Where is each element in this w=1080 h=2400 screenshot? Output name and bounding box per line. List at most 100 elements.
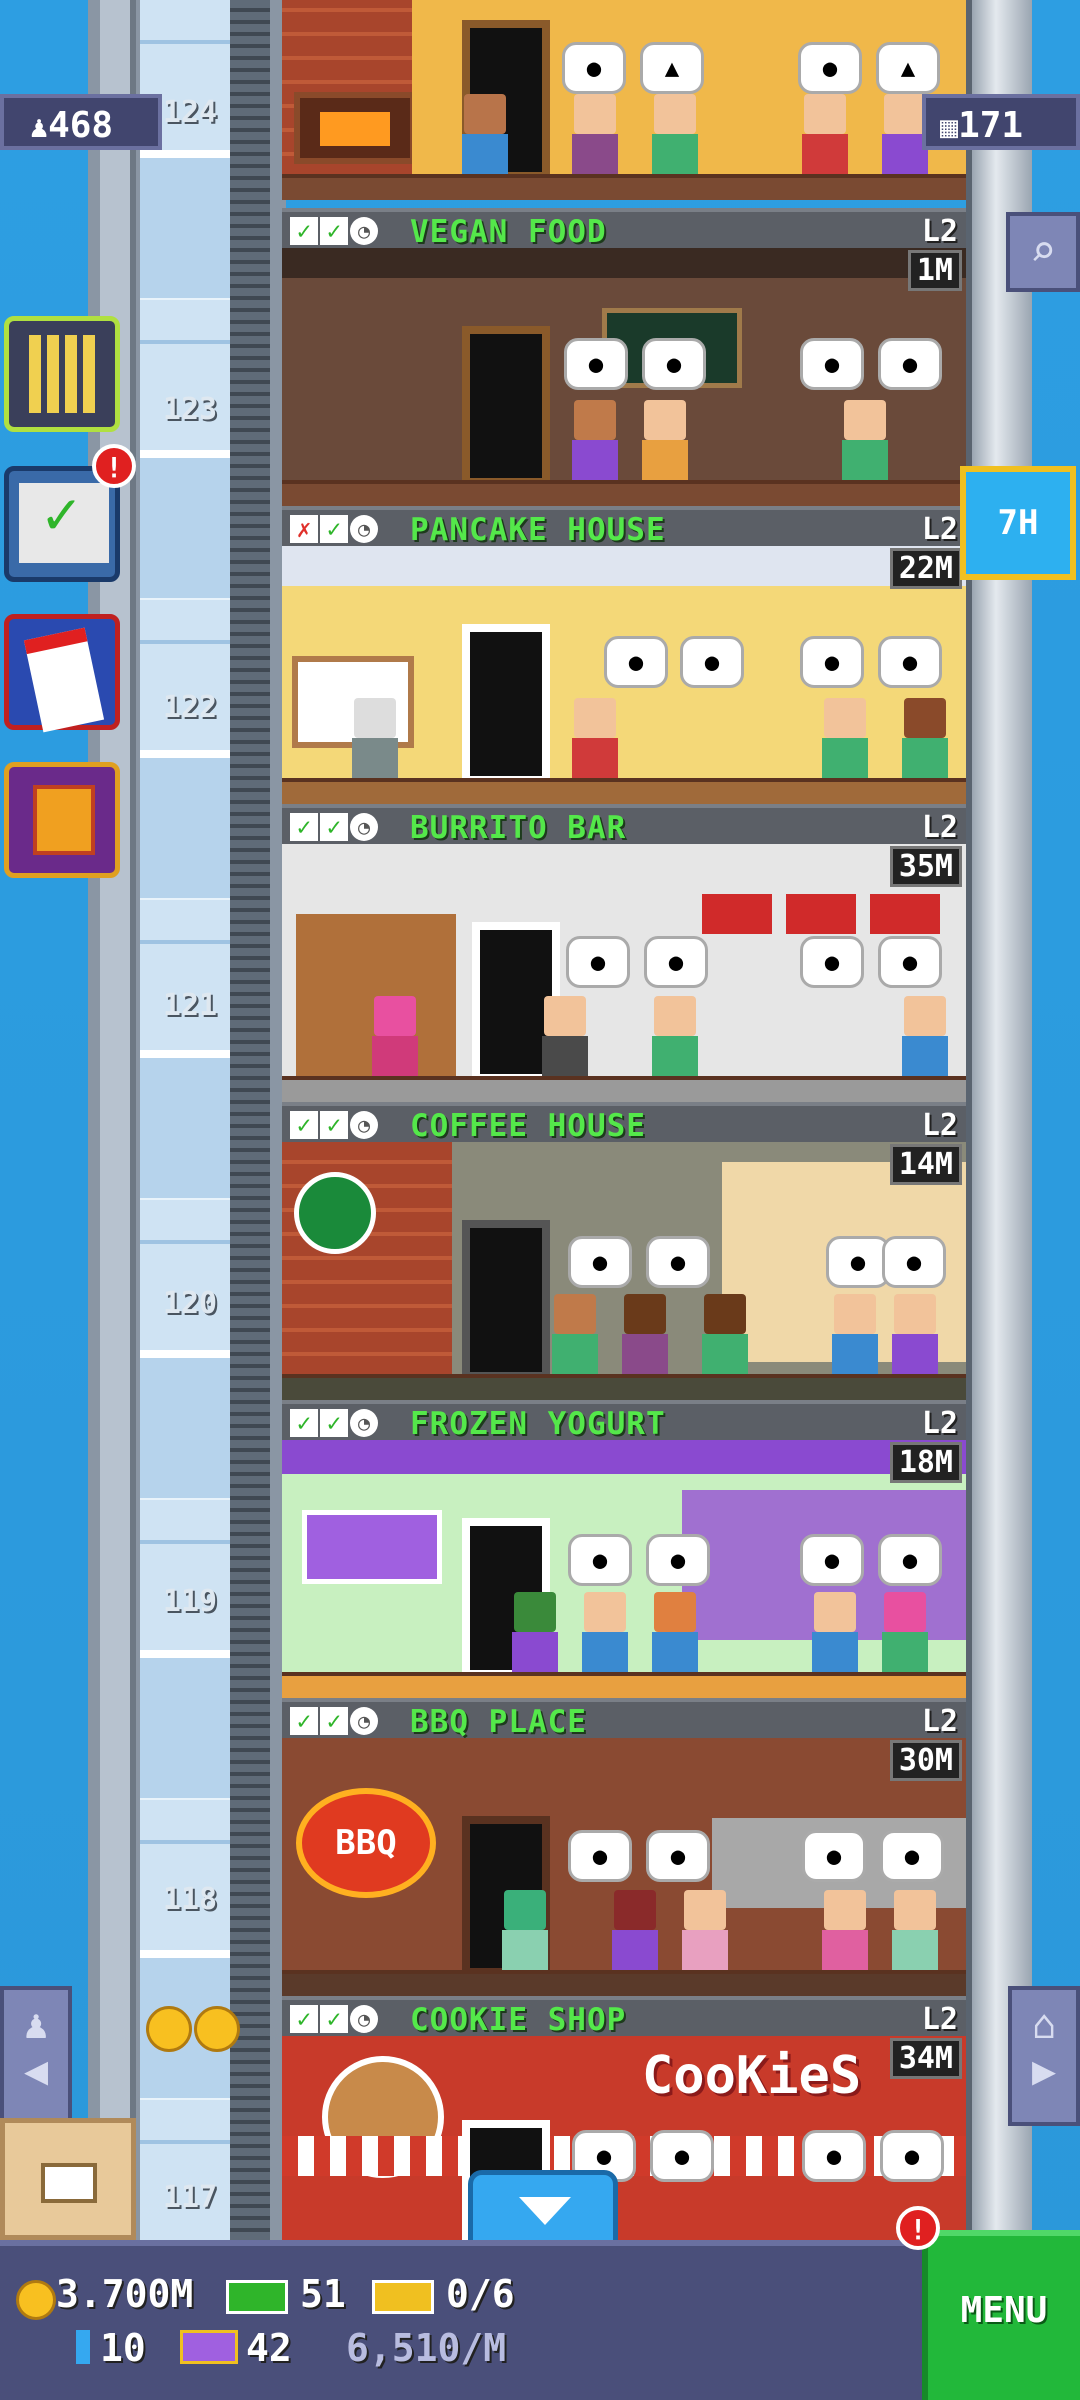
- doorway: [462, 326, 550, 486]
- floor-124[interactable]: ● ▲ ● ▲: [282, 0, 966, 200]
- floor-name: PANCAKE HOUSE: [410, 512, 666, 548]
- visitor[interactable]: [572, 698, 618, 782]
- floor-vegan-food[interactable]: ✓ ✓ ◔ VEGAN FOOD L2 ● ● ● ● 1M: [282, 208, 966, 506]
- floor-level: L2: [921, 1108, 958, 1143]
- visitor[interactable]: [822, 1890, 868, 1974]
- bbq-bubble: ●: [568, 1830, 632, 1882]
- timer-button[interactable]: 7H: [960, 466, 1076, 580]
- gift-icon: [33, 785, 95, 855]
- visitor[interactable]: [842, 400, 888, 484]
- floors-value: 171: [958, 105, 1024, 146]
- visitor[interactable]: [682, 1890, 728, 1974]
- calendar-icon: [23, 627, 105, 733]
- stock-count: 35M: [889, 846, 962, 887]
- coffee-bubble: ●: [882, 1236, 946, 1288]
- yogurt-bubble: ●: [800, 1534, 864, 1586]
- visitor[interactable]: [902, 698, 948, 782]
- visitor[interactable]: [802, 94, 848, 178]
- building-icon: ▦: [940, 110, 959, 145]
- visitor[interactable]: [372, 996, 418, 1080]
- population-value: 468: [48, 105, 114, 146]
- coffee-bubble: ●: [826, 1236, 890, 1288]
- visitor[interactable]: [702, 1294, 748, 1378]
- pancake-bubble: ●: [680, 636, 744, 688]
- floor-ground: [282, 778, 966, 804]
- visitor[interactable]: [542, 996, 588, 1080]
- stock-count: 18M: [889, 1442, 962, 1483]
- menu-button[interactable]: MENU: [922, 2230, 1080, 2400]
- burrito-bubble: ●: [800, 936, 864, 988]
- stock-count: 22M: [889, 548, 962, 589]
- floor-ground: [282, 1076, 966, 1102]
- population-counter[interactable]: ♟468: [0, 94, 162, 150]
- floors-counter[interactable]: ▦171: [922, 94, 1080, 150]
- elevator-count: 10: [100, 2326, 146, 2370]
- vip-value: 42: [246, 2326, 292, 2370]
- floor-level: L2: [921, 214, 958, 249]
- floor-header: ✓ ✓ ◔ BURRITO BAR L2: [282, 804, 966, 846]
- visitor[interactable]: [572, 94, 618, 178]
- floor-name: COFFEE HOUSE: [410, 1108, 646, 1144]
- visitor[interactable]: [352, 698, 398, 782]
- visitor[interactable]: [652, 1592, 698, 1676]
- calendar-button[interactable]: [4, 614, 120, 733]
- visitor[interactable]: [512, 1592, 558, 1676]
- floor-header: ✓ ✓ ◔ COOKIE SHOP L2: [282, 1996, 966, 2038]
- checklist-icon: ✓: [19, 479, 109, 563]
- income-rate: 6,510/M: [346, 2326, 507, 2370]
- pizza-bubble: ▲: [640, 42, 704, 94]
- visitor[interactable]: [812, 1592, 858, 1676]
- go-top-button[interactable]: ⌂ ▶: [1008, 1986, 1080, 2126]
- go-lobby-button[interactable]: ♟ ◀: [0, 1986, 72, 2126]
- cookie-bubble: ●: [798, 42, 862, 94]
- bbq-sign: BBQ: [296, 1788, 436, 1898]
- visitor[interactable]: [582, 1592, 628, 1676]
- star-coin-icon[interactable]: [194, 2006, 240, 2052]
- visitor[interactable]: [902, 996, 948, 1080]
- search-icon: ⌕: [1029, 226, 1057, 277]
- gift-button[interactable]: [4, 762, 120, 878]
- floor-coffee-house[interactable]: ✓ ✓ ◔ COFFEE HOUSE L2 ● ● ● ● 14M: [282, 1102, 966, 1400]
- floor-frozen-yogurt[interactable]: ✓ ✓ ◔ FROZEN YOGURT L2 ● ● ● ● 18M: [282, 1400, 966, 1698]
- floor-pancake-house[interactable]: ✗ ✓ ◔ PANCAKE HOUSE L2 ● ● ● ● 22M: [282, 506, 966, 804]
- floor-cookie-shop[interactable]: ✓ ✓ ◔ COOKIE SHOP L2 CooKieS ● ● ● ● 34M: [282, 1996, 966, 2240]
- menu-boards: [702, 894, 952, 934]
- floor-status: ✓ ✓ ◔: [290, 2005, 378, 2033]
- visitor[interactable]: [832, 1294, 878, 1378]
- check-icon: ✓: [320, 1111, 348, 1139]
- visitor[interactable]: [642, 400, 688, 484]
- floor-burrito-bar[interactable]: ✓ ✓ ◔ BURRITO BAR L2 ● ● ● ● 35M: [282, 804, 966, 1102]
- visitor[interactable]: [462, 94, 508, 178]
- check-icon: ✓: [290, 1707, 318, 1735]
- check-icon: ✓: [320, 217, 348, 245]
- visitor[interactable]: [622, 1294, 668, 1378]
- crate-box[interactable]: [0, 2118, 136, 2240]
- visitor[interactable]: [552, 1294, 598, 1378]
- search-button[interactable]: ⌕: [1006, 212, 1080, 292]
- home-icon: ⌂: [1031, 2002, 1057, 2048]
- floor-status: ✓ ✓ ◔: [290, 1409, 378, 1437]
- cookie-bubble: ●: [562, 42, 626, 94]
- visitor[interactable]: [572, 400, 618, 484]
- floor-status: ✓ ✓ ◔: [290, 1111, 378, 1139]
- visitor[interactable]: [502, 1890, 548, 1974]
- people-icon: ♟: [30, 110, 49, 145]
- visitor[interactable]: [612, 1890, 658, 1974]
- bux-icon: [226, 2280, 288, 2314]
- star-coin-icon[interactable]: [146, 2006, 192, 2052]
- floor-number: 121: [162, 988, 218, 1023]
- visitor[interactable]: [882, 1592, 928, 1676]
- floor-header: ✓ ✓ ◔ COFFEE HOUSE L2: [282, 1102, 966, 1144]
- floor-level: L2: [921, 1704, 958, 1739]
- visitor[interactable]: [822, 698, 868, 782]
- visitor[interactable]: [892, 1294, 938, 1378]
- check-icon: ✓: [320, 515, 348, 543]
- floor-bbq-place[interactable]: ✓ ✓ ◔ BBQ PLACE L2 BBQ ● ● ● ● 30M: [282, 1698, 966, 1996]
- check-icon: ✓: [290, 1111, 318, 1139]
- fireplace: [294, 92, 416, 164]
- visitor[interactable]: [652, 996, 698, 1080]
- build-floor-button[interactable]: [4, 316, 120, 432]
- visitor[interactable]: [892, 1890, 938, 1974]
- visitor[interactable]: [652, 94, 698, 178]
- pancake-bubble: ●: [604, 636, 668, 688]
